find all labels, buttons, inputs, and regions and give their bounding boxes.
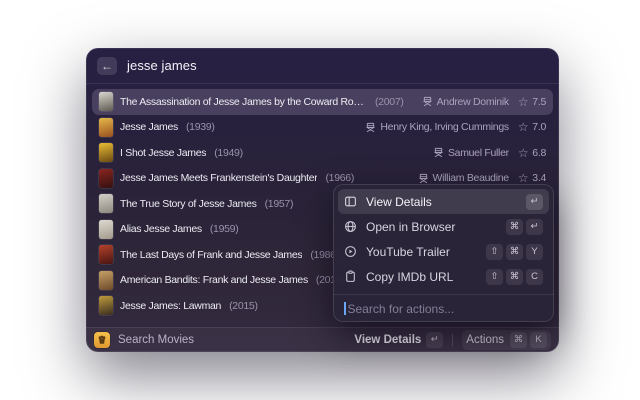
- key-cmd: ⌘: [506, 269, 523, 285]
- search-input[interactable]: jesse james: [127, 58, 197, 73]
- movie-year: (1949): [214, 147, 243, 159]
- key-y: Y: [526, 244, 543, 260]
- movie-poster-thumbnail: [99, 118, 113, 137]
- movie-year: (1957): [265, 198, 294, 210]
- key-c: C: [526, 269, 543, 285]
- movie-year: (1966): [325, 172, 354, 184]
- movie-title: Jesse James Meets Frankenstein's Daughte…: [120, 172, 317, 184]
- movie-row[interactable]: The Assassination of Jesse James by the …: [92, 89, 553, 115]
- globe-icon: [344, 220, 357, 233]
- director-name: Samuel Fuller: [448, 147, 509, 159]
- primary-action-label[interactable]: View Details: [354, 334, 421, 346]
- rating-value: 7.0: [532, 121, 546, 133]
- movie-year: (2007): [375, 96, 404, 108]
- search-header: ← jesse james: [86, 48, 559, 84]
- movie-row[interactable]: Jesse James (1939) Henry King, Irving Cu…: [92, 115, 553, 141]
- movie-meta: Henry King, Irving Cummings ☆ 7.0: [365, 121, 546, 133]
- popcorn-app-icon: [94, 332, 110, 348]
- menu-item-youtube-trailer[interactable]: YouTube Trailer ⇧ ⌘ Y: [338, 239, 549, 264]
- director-chair-icon: [418, 173, 429, 184]
- actions-button-label: Actions: [466, 334, 504, 346]
- extension-name: Search Movies: [118, 334, 194, 346]
- movie-row[interactable]: I Shot Jesse James (1949) Samuel Fuller …: [92, 140, 553, 166]
- menu-item-open-in-browser[interactable]: Open in Browser ⌘ ↵: [338, 214, 549, 239]
- desktop-background: ← jesse james The Assassination of Jesse…: [0, 0, 640, 400]
- footer-divider: [452, 334, 453, 346]
- key-shift: ⇧: [486, 244, 503, 260]
- actions-search-placeholder: Search for actions...: [348, 302, 455, 316]
- star-icon: ☆: [518, 121, 528, 133]
- actions-search-input[interactable]: Search for actions...: [333, 294, 554, 322]
- play-circle-icon: [344, 245, 357, 258]
- movie-poster-thumbnail: [99, 169, 113, 188]
- text-cursor: [344, 302, 346, 315]
- key-return: ↵: [526, 219, 543, 235]
- director-chair-icon: [422, 96, 433, 107]
- back-arrow-icon: ←: [101, 59, 113, 73]
- menu-item-view-details[interactable]: View Details ↵: [338, 189, 549, 214]
- movie-poster-thumbnail: [99, 296, 113, 315]
- director-name: Andrew Dominik: [437, 96, 509, 108]
- movie-meta: Andrew Dominik ☆ 7.5: [422, 96, 546, 108]
- movie-poster-thumbnail: [99, 194, 113, 213]
- director-name: Henry King, Irving Cummings: [380, 121, 508, 133]
- movie-year: (1939): [186, 121, 215, 133]
- director-chair-icon: [433, 147, 444, 158]
- launcher-window: ← jesse james The Assassination of Jesse…: [86, 48, 559, 352]
- menu-item-copy-imdb-url[interactable]: Copy IMDb URL ⇧ ⌘ C: [338, 264, 549, 289]
- key-shift: ⇧: [486, 269, 503, 285]
- movie-poster-thumbnail: [99, 220, 113, 239]
- star-icon: ☆: [518, 147, 528, 159]
- movie-year: (1959): [210, 223, 239, 235]
- movie-poster-thumbnail: [99, 271, 113, 290]
- movie-title: Jesse James: Lawman: [120, 300, 221, 312]
- menu-item-label: View Details: [366, 195, 432, 209]
- movie-title: The True Story of Jesse James: [120, 198, 257, 210]
- star-icon: ☆: [518, 172, 528, 184]
- director-name: William Beaudine: [433, 172, 509, 184]
- rating-value: 6.8: [532, 147, 546, 159]
- movie-poster-thumbnail: [99, 245, 113, 264]
- sidebar-icon: [344, 195, 357, 208]
- director-chair-icon: [365, 122, 376, 133]
- key-cmd: ⌘: [506, 244, 523, 260]
- back-button[interactable]: ←: [97, 57, 117, 75]
- footer-bar: Search Movies View Details ↵ Actions ⌘ K: [86, 327, 559, 352]
- menu-item-label: Open in Browser: [366, 220, 455, 234]
- key-k: K: [530, 332, 547, 348]
- movie-title: The Last Days of Frank and Jesse James: [120, 249, 302, 261]
- actions-menu: View Details ↵ Open in Browser ⌘ ↵: [333, 184, 554, 322]
- key-return: ↵: [426, 332, 443, 348]
- movie-title: Alias Jesse James: [120, 223, 202, 235]
- movie-poster-thumbnail: [99, 92, 113, 111]
- key-cmd: ⌘: [506, 219, 523, 235]
- key-return: ↵: [526, 194, 543, 210]
- movie-title: American Bandits: Frank and Jesse James: [120, 274, 308, 286]
- movie-meta: Samuel Fuller ☆ 6.8: [433, 147, 546, 159]
- movie-title: I Shot Jesse James: [120, 147, 206, 159]
- movie-year: (2015): [229, 300, 258, 312]
- rating-value: 3.4: [532, 172, 546, 184]
- movie-meta: William Beaudine ☆ 3.4: [418, 172, 547, 184]
- actions-button[interactable]: Actions ⌘ K: [462, 330, 551, 350]
- star-icon: ☆: [518, 96, 528, 108]
- movie-title: Jesse James: [120, 121, 178, 133]
- movie-poster-thumbnail: [99, 143, 113, 162]
- rating-value: 7.5: [532, 96, 546, 108]
- menu-item-label: YouTube Trailer: [366, 245, 450, 259]
- movie-title: The Assassination of Jesse James by the …: [120, 96, 367, 108]
- key-cmd: ⌘: [510, 332, 527, 348]
- clipboard-icon: [344, 270, 357, 283]
- menu-item-label: Copy IMDb URL: [366, 270, 453, 284]
